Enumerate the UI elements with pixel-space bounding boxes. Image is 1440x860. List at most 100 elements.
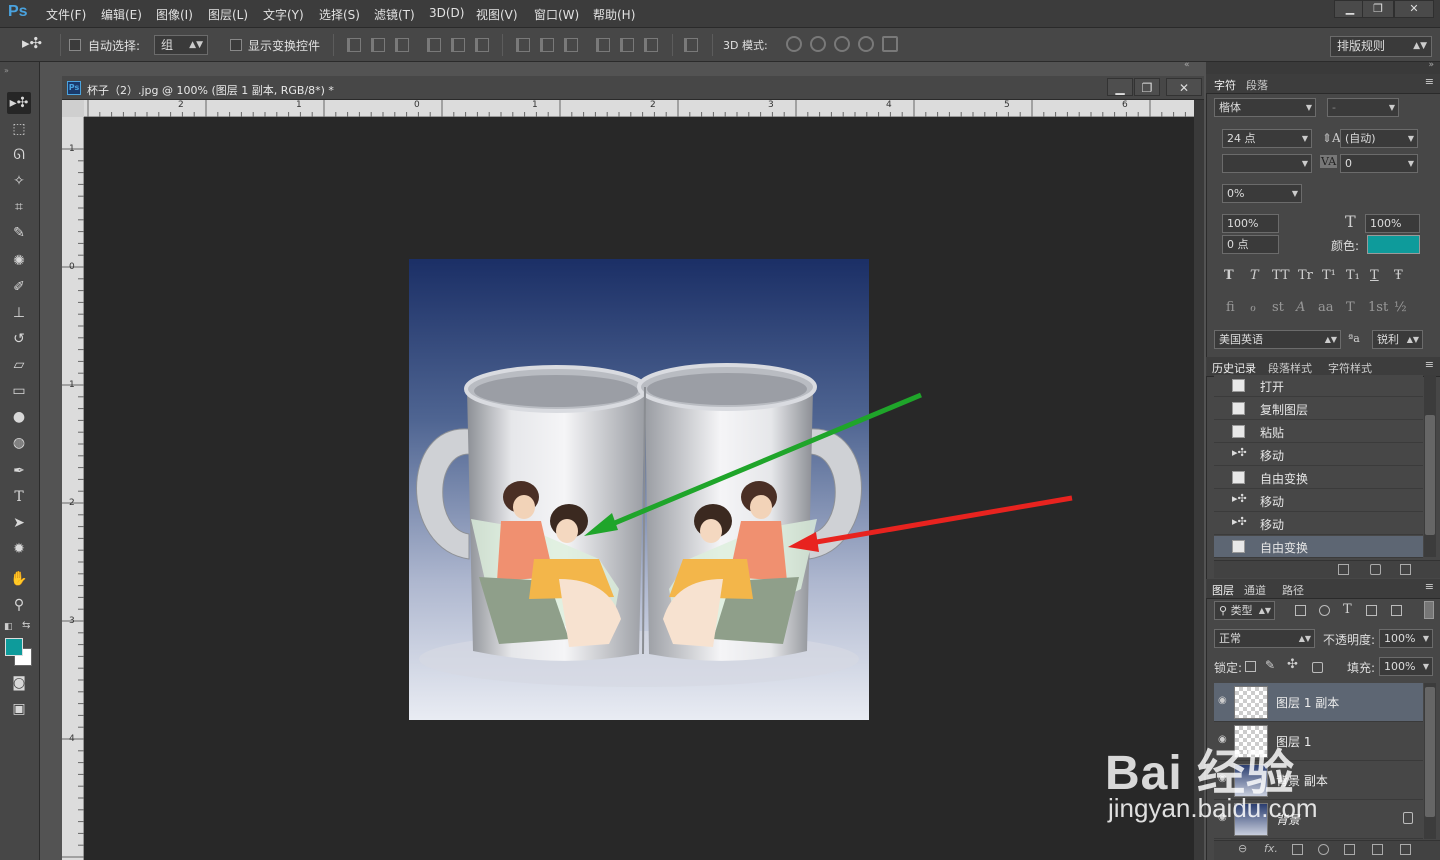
panel-menu-icon[interactable]: ≡ xyxy=(1425,580,1434,593)
brush-tool-icon[interactable]: ✐ xyxy=(7,276,31,298)
fill-input[interactable]: 100% ▼ xyxy=(1379,657,1433,676)
auto-select-dropdown[interactable]: 组 ▲▼ xyxy=(154,35,208,55)
layer-filter-select[interactable]: ⚲ 类型 ▲▼ xyxy=(1214,601,1275,620)
blend-mode-select[interactable]: 正常 ▲▼ xyxy=(1214,629,1315,648)
subscript-button[interactable]: T₁ xyxy=(1346,268,1360,283)
history-scroll-thumb[interactable] xyxy=(1425,415,1435,535)
fractions-button[interactable]: ½ xyxy=(1394,300,1407,315)
align-left-icon[interactable] xyxy=(427,38,441,52)
tab-paths[interactable]: 路径 xyxy=(1282,582,1304,598)
font-family-select[interactable]: 楷体 ▼ xyxy=(1214,98,1316,117)
add-mask-icon[interactable] xyxy=(1292,844,1303,855)
distribute-hcenter-icon[interactable] xyxy=(620,38,634,52)
layers-scrollbar[interactable] xyxy=(1424,683,1436,839)
camera-icon[interactable] xyxy=(1370,564,1381,575)
auto-align-icon[interactable] xyxy=(684,38,698,52)
tab-layers[interactable]: 图层 xyxy=(1212,582,1234,598)
pen-tool-icon[interactable]: ✒ xyxy=(7,460,31,482)
foreground-color-swatch[interactable] xyxy=(5,638,23,656)
document-restore-button[interactable]: ❐ xyxy=(1134,78,1160,96)
custom-shape-tool-icon[interactable]: ✹ xyxy=(7,538,31,560)
show-transform-checkbox[interactable] xyxy=(230,39,242,51)
workspace-dropdown[interactable]: 排版规则 ▲▼ xyxy=(1330,36,1432,57)
lock-transparent-icon[interactable] xyxy=(1245,661,1256,672)
menu-file[interactable]: 文件(F) xyxy=(46,6,86,23)
ruler-origin[interactable] xyxy=(62,100,84,117)
document-close-button[interactable]: ✕ xyxy=(1166,78,1202,96)
horizontal-scale-input[interactable]: 100% xyxy=(1365,214,1420,233)
align-right-icon[interactable] xyxy=(475,38,489,52)
distribute-right-icon[interactable] xyxy=(644,38,658,52)
3d-rotate-icon[interactable] xyxy=(786,36,802,52)
screen-mode-icon[interactable]: ▣ xyxy=(7,698,31,720)
menu-3d[interactable]: 3D(D) xyxy=(429,6,464,20)
close-button[interactable]: ✕ xyxy=(1394,0,1434,18)
3d-scale-icon[interactable] xyxy=(882,36,898,52)
type-tool-icon[interactable]: T xyxy=(7,486,31,508)
tsume-select[interactable]: 0% ▼ xyxy=(1222,184,1302,203)
filter-toggle[interactable] xyxy=(1424,601,1434,619)
blur-tool-icon[interactable]: ● xyxy=(7,406,31,428)
history-brush-tool-icon[interactable]: ↺ xyxy=(7,328,31,350)
menu-view[interactable]: 视图(V) xyxy=(476,6,518,23)
align-vcenter-icon[interactable] xyxy=(371,38,385,52)
ligature-button[interactable]: fi xyxy=(1226,300,1235,315)
adjustment-layer-icon[interactable] xyxy=(1318,844,1329,855)
align-hcenter-icon[interactable] xyxy=(451,38,465,52)
healing-brush-tool-icon[interactable]: ✺ xyxy=(7,250,31,272)
tab-channels[interactable]: 通道 xyxy=(1244,582,1266,598)
lock-all-icon[interactable] xyxy=(1312,662,1323,673)
menu-filter[interactable]: 滤镜(T) xyxy=(374,6,415,23)
stylistic-alternates-button[interactable]: aa xyxy=(1318,300,1334,315)
tracking-select[interactable]: 0 ▼ xyxy=(1340,154,1418,173)
marquee-tool-icon[interactable]: ⬚ xyxy=(7,118,31,140)
link-layers-icon[interactable]: ⊖ xyxy=(1238,842,1247,855)
history-item[interactable]: ▸✣ 移动 xyxy=(1214,444,1423,466)
history-item-selected[interactable]: 自由变换 xyxy=(1214,536,1423,558)
lasso-tool-icon[interactable]: ᘏ xyxy=(7,144,31,166)
menu-edit[interactable]: 编辑(E) xyxy=(101,6,142,23)
default-colors-icon[interactable]: ◧ xyxy=(4,622,13,632)
restore-button[interactable]: ❐ xyxy=(1362,0,1394,18)
faux-italic-button[interactable]: T xyxy=(1250,268,1259,283)
move-tool-icon[interactable]: ▸✣ xyxy=(7,92,31,114)
hand-tool-icon[interactable]: ✋ xyxy=(7,568,31,590)
quick-mask-icon[interactable]: ◙ xyxy=(7,672,31,694)
history-item[interactable]: 粘贴 xyxy=(1214,421,1423,443)
menu-window[interactable]: 窗口(W) xyxy=(534,6,579,23)
distribute-vcenter-icon[interactable] xyxy=(540,38,554,52)
faux-bold-button[interactable]: T xyxy=(1224,268,1234,283)
tab-paragraph[interactable]: 段落 xyxy=(1246,77,1268,93)
document-minimize-button[interactable]: ▁ xyxy=(1107,78,1133,96)
dock-collapse-bar[interactable]: » « xyxy=(1184,60,1440,74)
layer-row-selected[interactable]: ◉ 图层 1 副本 xyxy=(1214,683,1423,722)
new-layer-icon[interactable] xyxy=(1372,844,1383,855)
filter-type-icon[interactable]: T xyxy=(1343,602,1352,617)
underline-button[interactable]: T xyxy=(1370,268,1379,283)
menu-layer[interactable]: 图层(L) xyxy=(208,6,248,23)
filter-smart-object-icon[interactable] xyxy=(1391,605,1402,616)
distribute-bottom-icon[interactable] xyxy=(564,38,578,52)
kerning-select[interactable]: ▼ xyxy=(1222,154,1312,173)
history-scrollbar[interactable] xyxy=(1424,375,1436,557)
gradient-tool-icon[interactable]: ▭ xyxy=(7,380,31,402)
strikethrough-button[interactable]: Ŧ xyxy=(1394,268,1403,283)
eye-icon[interactable]: ◉ xyxy=(1218,695,1227,706)
zoom-tool-icon[interactable]: ⚲ xyxy=(7,594,31,616)
titling-alternates-button[interactable]: T xyxy=(1346,300,1355,315)
history-item[interactable]: ▸✣ 移动 xyxy=(1214,513,1423,535)
delete-layer-icon[interactable] xyxy=(1400,844,1411,855)
3d-slide-icon[interactable] xyxy=(858,36,874,52)
ordinals-button[interactable]: 1st xyxy=(1368,300,1388,315)
swash-button[interactable]: A xyxy=(1296,300,1305,315)
text-color-swatch[interactable] xyxy=(1367,235,1420,254)
move-tool-preset-icon[interactable]: ▸✣ xyxy=(22,34,42,52)
history-item[interactable]: 自由变换 xyxy=(1214,467,1423,489)
menu-help[interactable]: 帮助(H) xyxy=(593,6,635,23)
collapse-dock-icon[interactable]: » xyxy=(1428,60,1434,70)
align-top-icon[interactable] xyxy=(347,38,361,52)
auto-select-checkbox[interactable] xyxy=(69,39,81,51)
tab-character-styles[interactable]: 字符样式 xyxy=(1328,360,1372,376)
magic-wand-tool-icon[interactable]: ✧ xyxy=(7,170,31,192)
tab-history[interactable]: 历史记录 xyxy=(1212,360,1256,376)
